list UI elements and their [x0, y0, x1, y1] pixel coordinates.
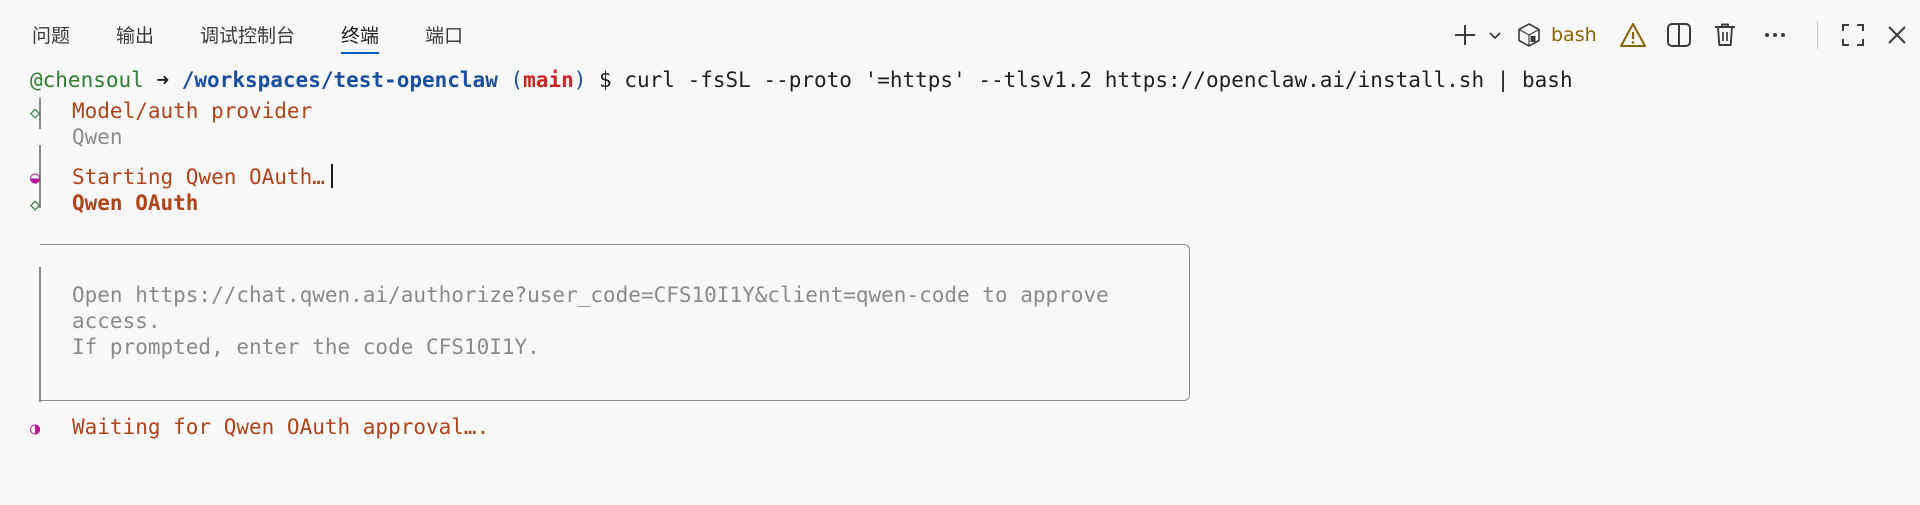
tab-problems[interactable]: 问题 — [32, 0, 70, 70]
prompt-path: /workspaces/test-openclaw — [181, 68, 498, 92]
shell-label: bash — [1551, 24, 1597, 46]
prompt-branch: main — [523, 68, 574, 92]
terminal-shell-tab[interactable]: bash — [1515, 20, 1630, 50]
step-title-text: Starting Qwen OAuth… — [72, 165, 325, 189]
terminal-view[interactable]: @chensoul ➜ /workspaces/test-openclaw (m… — [0, 62, 1920, 505]
box-line: Open https://chat.qwen.ai/authorize?user… — [72, 283, 1109, 307]
diamond-icon: ◇ — [30, 103, 41, 123]
oauth-note-box — [40, 244, 1190, 401]
prompt-arrow: ➜ — [156, 68, 170, 92]
panel-tabs: 问题 输出 调试控制台 终端 端口 — [32, 0, 509, 70]
prompt-line: @chensoul ➜ /workspaces/test-openclaw (m… — [30, 68, 1573, 92]
panel-header: 问题 输出 调试控制台 终端 端口 bash — [0, 0, 1920, 70]
tab-output[interactable]: 输出 — [116, 0, 154, 70]
chevron-down-icon — [1489, 32, 1501, 40]
spinner-icon: ◒ — [30, 168, 41, 188]
diamond-icon: ◇ — [30, 195, 41, 215]
more-actions-button[interactable] — [1760, 20, 1790, 50]
more-icon — [1765, 33, 1785, 37]
prompt-paren-close: ) — [573, 68, 587, 92]
prompt-dollar: $ — [599, 68, 612, 92]
tab-debug-console[interactable]: 调试控制台 — [200, 0, 295, 70]
step-title: Model/auth provider — [72, 99, 313, 123]
close-panel-button[interactable] — [1882, 20, 1912, 50]
step-title: Starting Qwen OAuth… — [72, 164, 333, 189]
maximize-panel-button[interactable] — [1838, 20, 1868, 50]
warning-icon — [1620, 23, 1646, 47]
split-terminal-button[interactable] — [1664, 20, 1694, 50]
prompt-user: @chensoul — [30, 68, 144, 92]
maximize-icon — [1842, 24, 1864, 46]
box-title: Qwen OAuth — [72, 191, 209, 215]
tab-ports[interactable]: 端口 — [425, 0, 463, 70]
command-text: curl -fsSL --proto '=https' --tlsv1.2 ht… — [624, 68, 1573, 92]
step-title: Waiting for Qwen OAuth approval…. — [72, 415, 490, 439]
plus-icon — [1455, 25, 1475, 45]
split-pane-icon — [1667, 23, 1691, 47]
spinner-icon: ◑ — [30, 419, 41, 439]
box-line: If prompted, enter the code CFS10I1Y. — [72, 335, 540, 359]
launch-profile-button[interactable] — [1484, 20, 1506, 50]
prompt-paren-open: ( — [510, 68, 524, 92]
step-value: Qwen — [72, 125, 123, 149]
shell-warning-button[interactable] — [1618, 20, 1648, 50]
close-icon — [1888, 26, 1906, 44]
trash-icon — [1715, 23, 1735, 46]
kill-terminal-button[interactable] — [1710, 20, 1740, 50]
new-terminal-button[interactable] — [1450, 20, 1480, 50]
terminal-shell-icon — [1518, 23, 1540, 47]
box-line: access. — [72, 309, 161, 333]
toolbar-divider — [1817, 21, 1818, 49]
tab-terminal[interactable]: 终端 — [341, 0, 380, 70]
text-cursor — [330, 164, 333, 188]
